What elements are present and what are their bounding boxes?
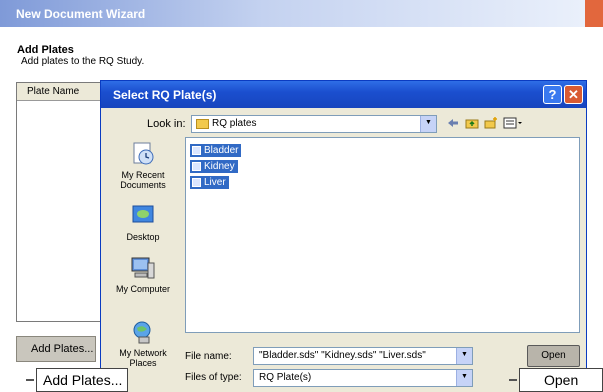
plate-name-column-header[interactable]: Plate Name: [17, 83, 105, 101]
place-label: My Computer: [115, 284, 170, 294]
wizard-heading: Add Plates: [17, 44, 74, 56]
open-button[interactable]: Open: [527, 345, 580, 367]
file-list[interactable]: Bladder Kidney Liver: [185, 137, 580, 333]
add-plates-callout: Add Plates...: [36, 368, 128, 392]
desktop-icon: [132, 205, 154, 223]
plate-list[interactable]: Plate Name: [16, 82, 106, 322]
wizard-title-bar: New Document Wizard: [0, 0, 585, 27]
file-name: Kidney: [204, 161, 235, 172]
up-folder-icon[interactable]: [464, 116, 480, 132]
dialog-title: Select RQ Plate(s): [113, 88, 217, 102]
files-of-type-value: RQ Plate(s): [259, 372, 312, 383]
file-item-kidney[interactable]: Kidney: [190, 160, 238, 173]
views-menu-icon[interactable]: [502, 116, 524, 132]
close-icon[interactable]: ✕: [564, 85, 583, 104]
look-in-dropdown[interactable]: RQ plates ▼: [191, 115, 437, 133]
file-name: Bladder: [204, 145, 239, 156]
new-folder-icon[interactable]: [483, 116, 499, 132]
my-computer-icon: [131, 257, 155, 279]
files-of-type-label: Files of type:: [185, 372, 242, 383]
place-label: My Recent Documents: [120, 170, 166, 190]
place-my-network-places[interactable]: My Network Places: [107, 319, 179, 368]
recent-documents-icon: [133, 142, 154, 165]
wizard-title: New Document Wizard: [16, 7, 146, 21]
file-name-field[interactable]: "Bladder.sds" "Kidney.sds" "Liver.sds" ▼: [253, 347, 473, 365]
open-callout: Open: [519, 368, 603, 392]
file-name: Liver: [204, 177, 226, 188]
place-desktop[interactable]: Desktop: [107, 203, 179, 242]
chevron-down-icon[interactable]: ▼: [456, 348, 472, 364]
callout-tick: [26, 379, 34, 381]
folder-icon: [196, 119, 209, 129]
callout-tick: [509, 379, 517, 381]
places-bar: My Recent Documents Desktop My Computer: [107, 137, 179, 387]
wizard-subtitle: Add plates to the RQ Study.: [21, 56, 145, 67]
file-icon: [192, 178, 201, 187]
file-icon: [192, 162, 201, 171]
network-places-icon: [133, 321, 151, 344]
help-icon[interactable]: ?: [543, 85, 562, 104]
place-label: Desktop: [126, 232, 160, 242]
files-of-type-dropdown[interactable]: RQ Plate(s) ▼: [253, 369, 473, 387]
place-my-computer[interactable]: My Computer: [107, 255, 179, 294]
select-plates-dialog: Select RQ Plate(s) ? ✕ Look in: RQ plate…: [100, 80, 587, 392]
add-plates-button[interactable]: Add Plates...: [16, 336, 96, 362]
wizard-close-icon[interactable]: [585, 0, 603, 27]
back-arrow-icon[interactable]: [445, 116, 461, 132]
look-in-value: RQ plates: [212, 118, 257, 129]
file-item-liver[interactable]: Liver: [190, 176, 229, 189]
dialog-title-bar: Select RQ Plate(s): [101, 81, 586, 108]
chevron-down-icon[interactable]: ▼: [456, 370, 472, 386]
chevron-down-icon[interactable]: ▼: [420, 116, 436, 132]
file-name-value: "Bladder.sds" "Kidney.sds" "Liver.sds": [259, 350, 426, 361]
file-name-label: File name:: [185, 351, 232, 362]
look-in-label: Look in:: [147, 118, 186, 130]
file-item-bladder[interactable]: Bladder: [190, 144, 242, 157]
file-icon: [192, 146, 201, 155]
place-my-recent-documents[interactable]: My Recent Documents: [107, 141, 179, 190]
place-label: My Network Places: [119, 348, 167, 368]
